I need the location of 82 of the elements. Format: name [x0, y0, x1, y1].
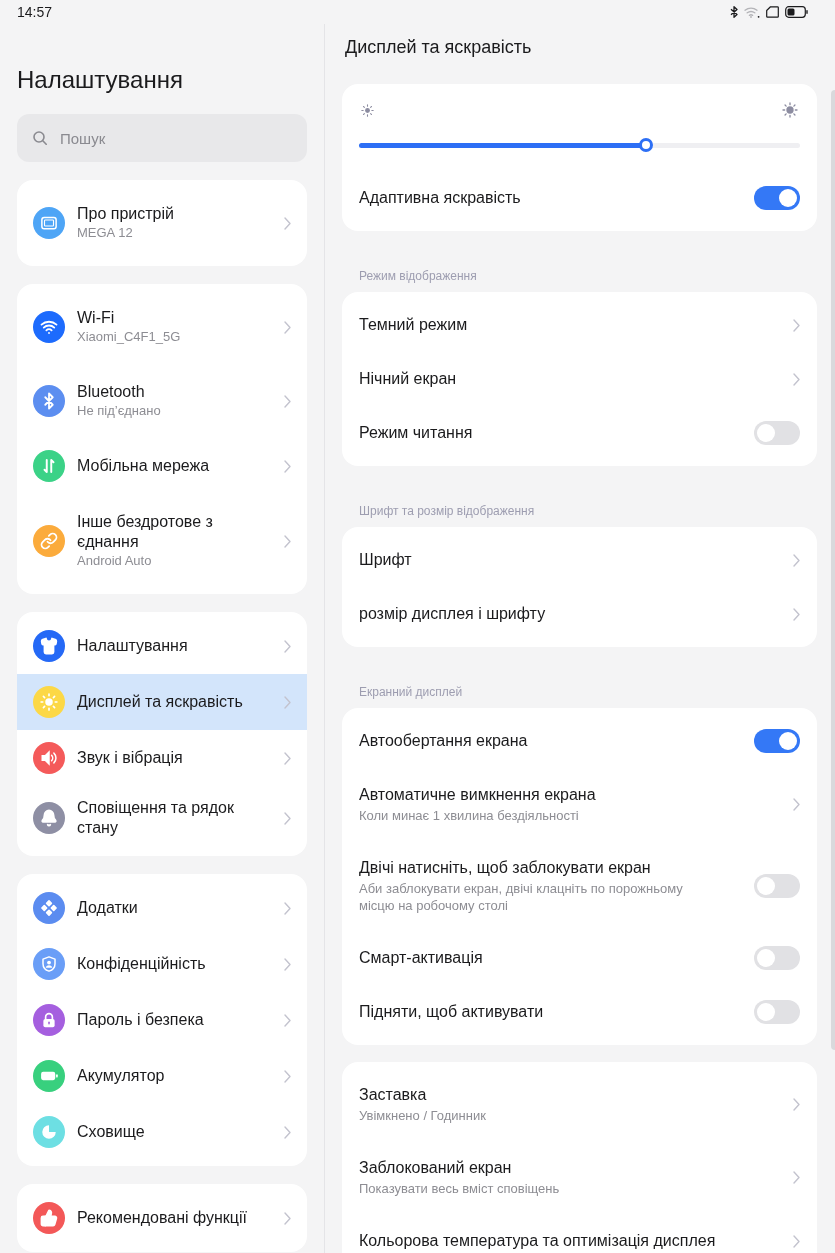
setting-label: Смарт-активація [359, 948, 484, 968]
setting-description: Коли минає 1 хвилина бездіяльності [359, 807, 580, 824]
setting-description: Аби заблокувати екран, двічі клацніть по порожньому місцю на робочому столі [359, 880, 684, 914]
setting-label: Адаптивна яскравість [359, 188, 522, 208]
dim-sun-icon [361, 103, 374, 117]
toggle-switch[interactable] [754, 729, 800, 753]
item-subtitle: MEGA 12 [77, 224, 134, 242]
chevron-right-icon [284, 459, 291, 473]
chevron-right-icon [793, 1098, 800, 1111]
section-header: Режим відображення [359, 268, 478, 284]
chevron-right-icon [284, 1211, 291, 1225]
status-time: 14:57 [17, 4, 53, 20]
sun-icon [782, 102, 798, 118]
chevron-right-icon [284, 901, 291, 915]
sidebar-item[interactable]: Додатки [17, 880, 307, 936]
sidebar-item[interactable]: Акумулятор [17, 1048, 307, 1104]
sidebar-item[interactable]: Звук і вібрація [17, 730, 307, 786]
chevron-right-icon [284, 216, 291, 230]
sidebar-item[interactable]: Bluetooth Не під’єднано [17, 364, 307, 438]
setting-label: Режим читання [359, 423, 474, 443]
search-icon [33, 131, 47, 145]
setting-label: Підняти, щоб активувати [359, 1002, 545, 1022]
sidebar-item[interactable]: Інше бездротове з єднання Android Auto [17, 494, 307, 588]
chevron-right-icon [284, 639, 291, 653]
section-header: Шрифт та розмір відображення [359, 503, 536, 519]
toggle-switch[interactable] [754, 1000, 800, 1024]
setting-label: розмір дисплея і шрифту [359, 604, 547, 624]
sidebar-item[interactable]: Рекомендовані функції [17, 1190, 307, 1246]
chevron-right-icon [284, 957, 291, 971]
sidebar-item[interactable]: Мобільна мережа [17, 438, 307, 494]
setting-label: Двічі натисніть, щоб заблокувати екран [359, 858, 652, 878]
sidebar-item[interactable]: Сховище [17, 1104, 307, 1160]
setting-label: Заставка [359, 1085, 428, 1105]
item-subtitle: Не під’єднано [77, 402, 162, 420]
sidebar-item[interactable]: Налаштування [17, 618, 307, 674]
chevron-right-icon [284, 751, 291, 765]
panel-title: Дисплей та яскравість [344, 36, 533, 59]
battery-icon [785, 6, 808, 18]
chevron-right-icon [793, 1234, 800, 1248]
setting-label: Заблокований екран [359, 1158, 513, 1178]
chevron-right-icon [284, 695, 291, 709]
chevron-right-icon [793, 1171, 800, 1184]
wifi-icon [744, 6, 760, 18]
section-header: Екранний дисплей [359, 684, 464, 700]
chevron-right-icon [284, 394, 291, 408]
toggle-switch[interactable] [754, 874, 800, 898]
chevron-right-icon [284, 811, 291, 825]
setting-label: Кольорова температура та оптимізація дисплея [359, 1231, 717, 1251]
toggle-switch[interactable] [754, 421, 800, 445]
chevron-right-icon [284, 1013, 291, 1027]
sidebar-item[interactable]: Сповіщення та рядок стану [17, 786, 307, 850]
item-subtitle: Xiaomi_C4F1_5G [77, 328, 182, 346]
setting-label: Шрифт [359, 550, 413, 570]
toggle-switch[interactable] [754, 946, 800, 970]
chevron-right-icon [793, 607, 800, 621]
bluetooth-icon [730, 6, 738, 18]
chevron-right-icon [793, 318, 800, 332]
sidebar-item[interactable]: Конфіденційність [17, 936, 307, 992]
setting-label: Темний режим [359, 315, 469, 335]
sidebar-item[interactable]: Пароль і безпека [17, 992, 307, 1048]
chevron-right-icon [793, 372, 800, 386]
page-title: Налаштування [17, 65, 184, 95]
chevron-right-icon [793, 553, 800, 567]
search-field[interactable]: Пошук [17, 114, 307, 162]
chevron-right-icon [284, 1069, 291, 1083]
setting-label: Нічний екран [359, 369, 458, 389]
sidebar-item[interactable]: Про пристрій MEGA 12 [17, 186, 307, 260]
brightness-slider[interactable] [359, 138, 800, 152]
toggle-switch[interactable] [754, 186, 800, 210]
item-subtitle: Android Auto [77, 552, 153, 570]
setting-label: Автоматичне вимкнення екрана [359, 785, 597, 805]
chevron-right-icon [793, 798, 800, 811]
chevron-right-icon [284, 320, 291, 334]
chevron-right-icon [284, 534, 291, 548]
sidebar-item[interactable]: Дисплей та яскравість [17, 674, 307, 730]
sidebar-item[interactable]: Wi-Fi Xiaomi_C4F1_5G [17, 290, 307, 364]
chevron-right-icon [284, 1125, 291, 1139]
sim-card-icon [766, 6, 779, 18]
setting-label: Автообертання екрана [359, 731, 529, 751]
setting-description: Показувати весь вміст сповіщень [359, 1180, 561, 1197]
setting-description: Увімкнено / Годинник [359, 1107, 487, 1124]
slider-thumb[interactable] [638, 138, 653, 152]
